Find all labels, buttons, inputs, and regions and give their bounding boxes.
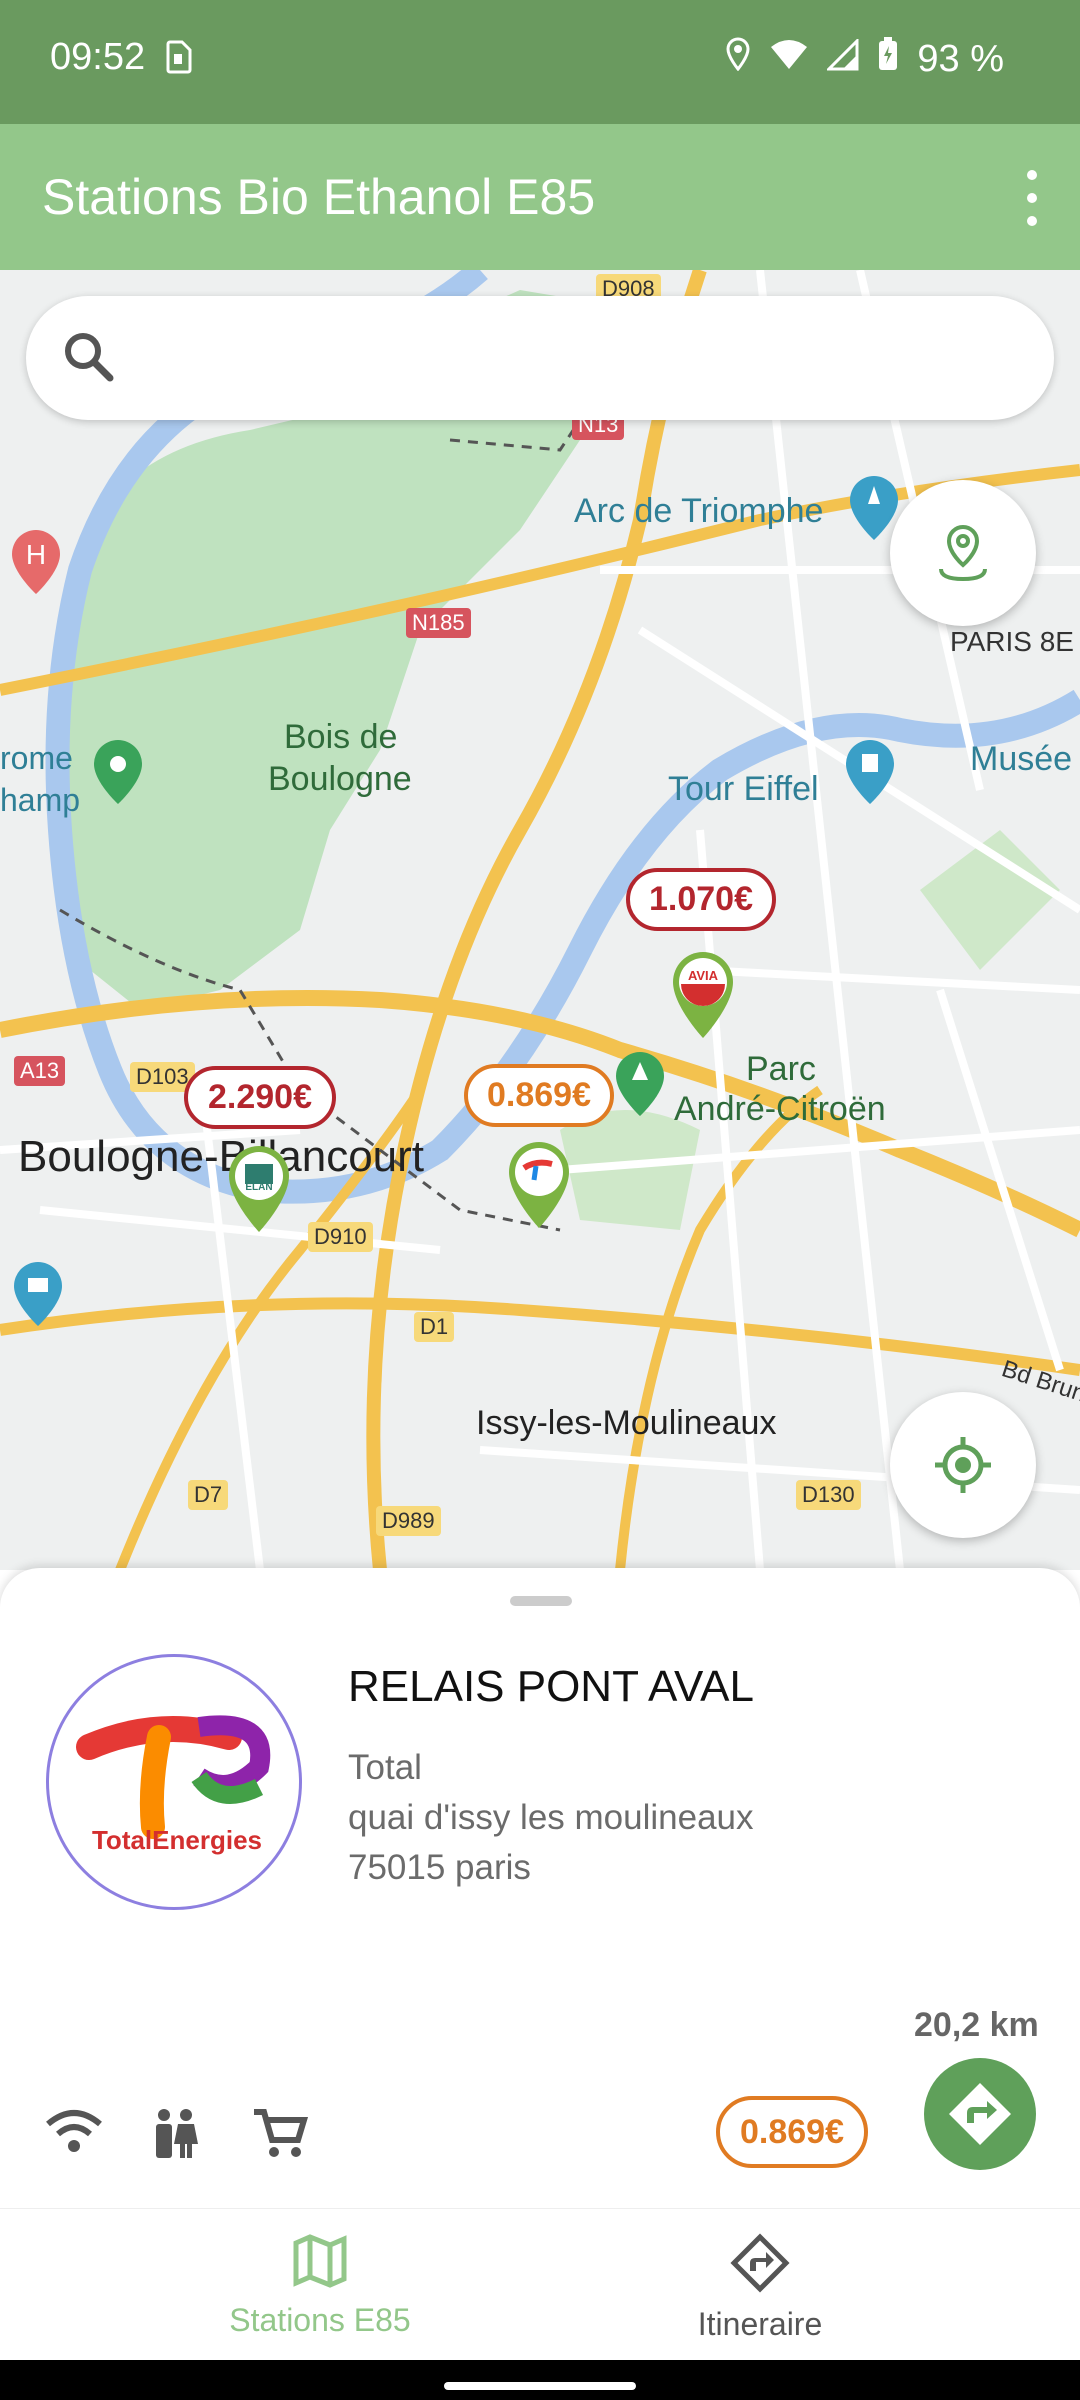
nearby-stations-button[interactable] — [890, 480, 1036, 626]
station-price-elan[interactable]: 2.290€ — [184, 1066, 336, 1129]
total-station-pin-icon[interactable] — [506, 1140, 572, 1235]
map-label-bois2: Boulogne — [268, 760, 412, 798]
road-shield-d130: D130 — [796, 1480, 861, 1510]
station-distance: 20,2 km — [914, 2006, 1039, 2044]
avia-station-pin-icon[interactable]: AVIA — [670, 950, 736, 1045]
logo-text: TotalEnergies — [92, 1825, 262, 1855]
more-options-icon[interactable] — [1022, 170, 1042, 226]
location-icon — [725, 37, 751, 81]
sim-icon — [164, 40, 192, 79]
station-name: RELAIS PONT AVAL — [348, 1662, 754, 1711]
elan-station-pin-icon[interactable]: ELAN — [226, 1144, 292, 1239]
svg-text:H: H — [26, 539, 46, 570]
map-label-paris8: PARIS 8E — [950, 626, 1074, 657]
map-label-issy: Issy-les-Moulineaux — [476, 1404, 777, 1442]
restroom-amenity-icon — [150, 2108, 200, 2165]
road-shield-d7: D7 — [188, 1480, 229, 1510]
shop-cart-amenity-icon — [252, 2108, 309, 2165]
status-time: 09:52 — [50, 36, 146, 78]
map-label-parc2: André-Citroën — [674, 1090, 886, 1128]
battery-level: 93 % — [917, 37, 1004, 80]
wifi-icon — [769, 38, 809, 81]
station-address-street: quai d'issy les moulineaux — [348, 1798, 754, 1837]
tower-pin-icon[interactable] — [842, 738, 898, 813]
search-icon — [62, 330, 114, 387]
map-label-musee: Musée — [970, 740, 1073, 778]
museum-pin-icon[interactable] — [10, 1260, 66, 1335]
road-shield-a13: A13 — [14, 1056, 66, 1086]
tab-stations-e85[interactable]: Stations E85 — [170, 2233, 470, 2339]
station-brand-logo: TotalEnergies — [46, 1654, 302, 1910]
sheet-drag-handle[interactable] — [510, 1596, 572, 1606]
road-shield-d989: D989 — [376, 1506, 441, 1536]
directions-icon — [949, 2083, 1011, 2145]
map-label-parc1: Parc — [746, 1050, 816, 1088]
tab-itineraire-label: Itineraire — [697, 2306, 823, 2342]
wifi-amenity-icon — [44, 2108, 104, 2161]
map-view[interactable]: Arc de Triomphe PARIS 8E Bois de Boulogn… — [0, 270, 1080, 1570]
map-label-eiffel: Tour Eiffel — [668, 770, 819, 808]
navigate-button[interactable] — [924, 2058, 1036, 2170]
signal-icon — [825, 36, 859, 81]
battery-icon — [877, 36, 899, 82]
park-tree-pin-icon[interactable] — [612, 1050, 668, 1125]
my-location-button[interactable] — [890, 1392, 1036, 1538]
map-icon — [293, 2234, 347, 2288]
map-label-rome2: hamp — [0, 782, 81, 818]
hospital-pin-icon[interactable]: H — [8, 528, 64, 603]
crosshair-icon — [935, 1437, 991, 1493]
status-bar: 09:52 93 % — [0, 0, 1080, 124]
map-label-boulogne: Boulogne-Billancourt — [18, 1132, 425, 1181]
search-bar[interactable] — [26, 296, 1054, 420]
status-icons: 93 % — [725, 36, 1004, 82]
station-address-city: 75015 paris — [348, 1848, 531, 1887]
home-gesture-handle[interactable] — [444, 2382, 636, 2390]
road-shield-n185: N185 — [406, 608, 471, 638]
station-brand: Total — [348, 1748, 422, 1787]
app-bar: Stations Bio Ethanol E85 — [0, 124, 1080, 270]
map-label-rome1: rome — [0, 740, 73, 776]
park-pin-icon[interactable] — [90, 738, 146, 813]
station-price-avia[interactable]: 1.070€ — [626, 868, 776, 931]
road-shield-d910: D910 — [308, 1222, 373, 1252]
gesture-bar — [0, 2360, 1080, 2400]
svg-text:ELAN: ELAN — [245, 1182, 272, 1193]
map-label-bois1: Bois de — [284, 718, 398, 756]
map-label-arc: Arc de Triomphe — [574, 492, 824, 530]
station-details-sheet[interactable]: TotalEnergies RELAIS PONT AVAL Total qua… — [0, 1568, 1080, 2208]
tab-itineraire[interactable]: Itineraire — [610, 2233, 910, 2343]
tab-stations-label: Stations E85 — [229, 2302, 411, 2338]
road-shield-d1: D1 — [414, 1312, 455, 1342]
svg-text:AVIA: AVIA — [688, 968, 719, 983]
station-price-total[interactable]: 0.869€ — [464, 1064, 614, 1127]
app-title: Stations Bio Ethanol E85 — [42, 169, 596, 225]
station-price: 0.869€ — [716, 2096, 868, 2168]
map-base — [0, 270, 1080, 1570]
directions-nav-icon — [730, 2233, 790, 2293]
map-pin-route-icon — [939, 524, 987, 582]
